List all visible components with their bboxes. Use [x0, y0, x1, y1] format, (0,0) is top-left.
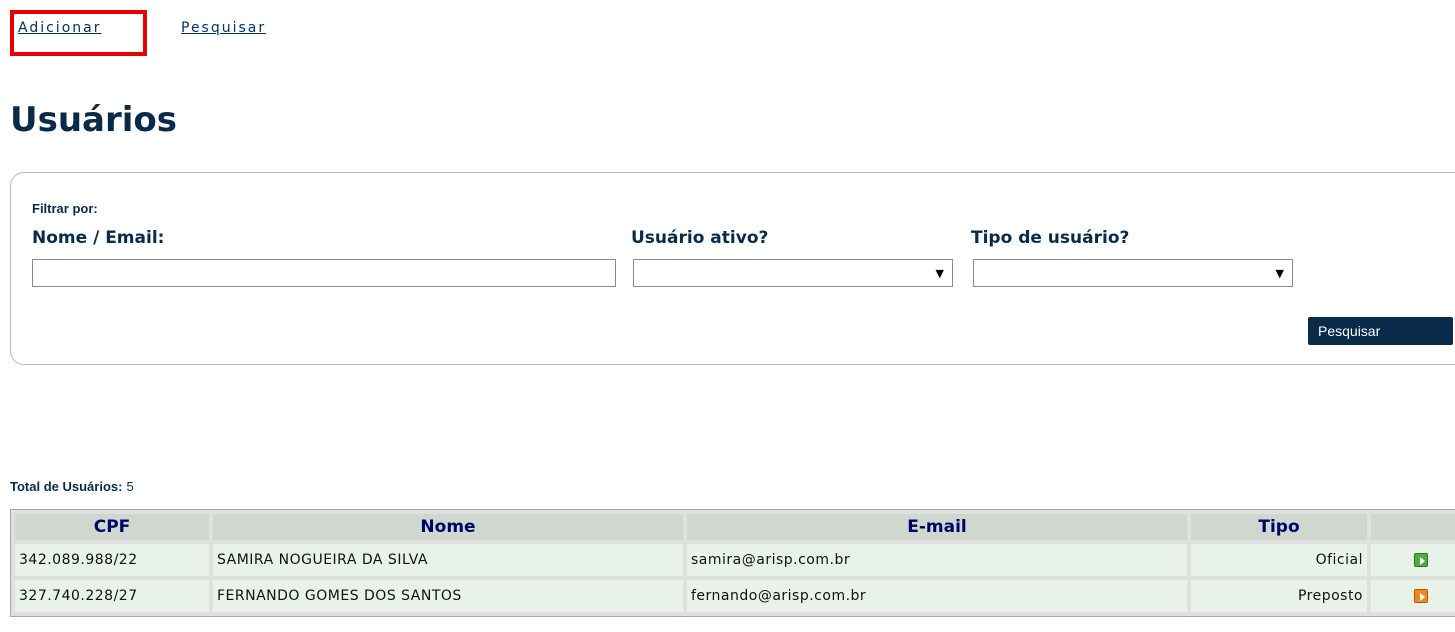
cell-nome: FERNANDO GOMES DOS SANTOS — [213, 580, 683, 612]
total-count: 5 — [126, 479, 134, 494]
users-table: CPF Nome E-mail Tipo 342.089.988/22 SAMI… — [10, 509, 1455, 617]
dropdown-arrow-icon: ▼ — [935, 267, 944, 280]
header-tipo[interactable]: Tipo — [1191, 514, 1367, 540]
cell-email: fernando@arisp.com.br — [687, 580, 1187, 612]
total-usuarios: Total de Usuários: 5 — [10, 479, 134, 494]
nome-email-input[interactable] — [32, 259, 616, 287]
cell-cpf: 327.740.228/27 — [15, 580, 209, 612]
play-orange-icon[interactable] — [1413, 589, 1428, 603]
pesquisar-link[interactable]: Pesquisar — [181, 20, 266, 36]
table-header-row: CPF Nome E-mail Tipo — [15, 514, 1455, 540]
tipo-usuario-select[interactable]: ▼ — [973, 259, 1293, 287]
table-row: 327.740.228/27 FERNANDO GOMES DOS SANTOS… — [15, 580, 1455, 612]
dropdown-arrow-icon: ▼ — [1275, 267, 1284, 280]
usuario-ativo-label: Usuário ativo? — [631, 228, 769, 248]
table-row: 342.089.988/22 SAMIRA NOGUEIRA DA SILVA … — [15, 544, 1455, 576]
cell-tipo: Oficial — [1191, 544, 1367, 576]
pesquisar-button[interactable]: Pesquisar — [1308, 317, 1453, 345]
header-nome[interactable]: Nome — [213, 514, 683, 540]
total-label: Total de Usuários: — [10, 479, 123, 494]
header-email[interactable]: E-mail — [687, 514, 1187, 540]
filter-title: Filtrar por: — [32, 201, 98, 216]
nome-email-label: Nome / Email: — [32, 228, 165, 248]
header-cpf[interactable]: CPF — [15, 514, 209, 540]
usuario-ativo-select[interactable]: ▼ — [633, 259, 953, 287]
highlight-box — [10, 10, 147, 56]
header-action — [1371, 514, 1455, 540]
play-green-icon[interactable] — [1413, 553, 1428, 567]
tipo-usuario-label: Tipo de usuário? — [971, 228, 1130, 248]
cell-email: samira@arisp.com.br — [687, 544, 1187, 576]
cell-tipo: Preposto — [1191, 580, 1367, 612]
cell-cpf: 342.089.988/22 — [15, 544, 209, 576]
cell-action — [1371, 544, 1455, 576]
filter-panel: Filtrar por: Nome / Email: Usuário ativo… — [10, 172, 1455, 365]
cell-action — [1371, 580, 1455, 612]
page-title: Usuários — [10, 100, 178, 140]
cell-nome: SAMIRA NOGUEIRA DA SILVA — [213, 544, 683, 576]
